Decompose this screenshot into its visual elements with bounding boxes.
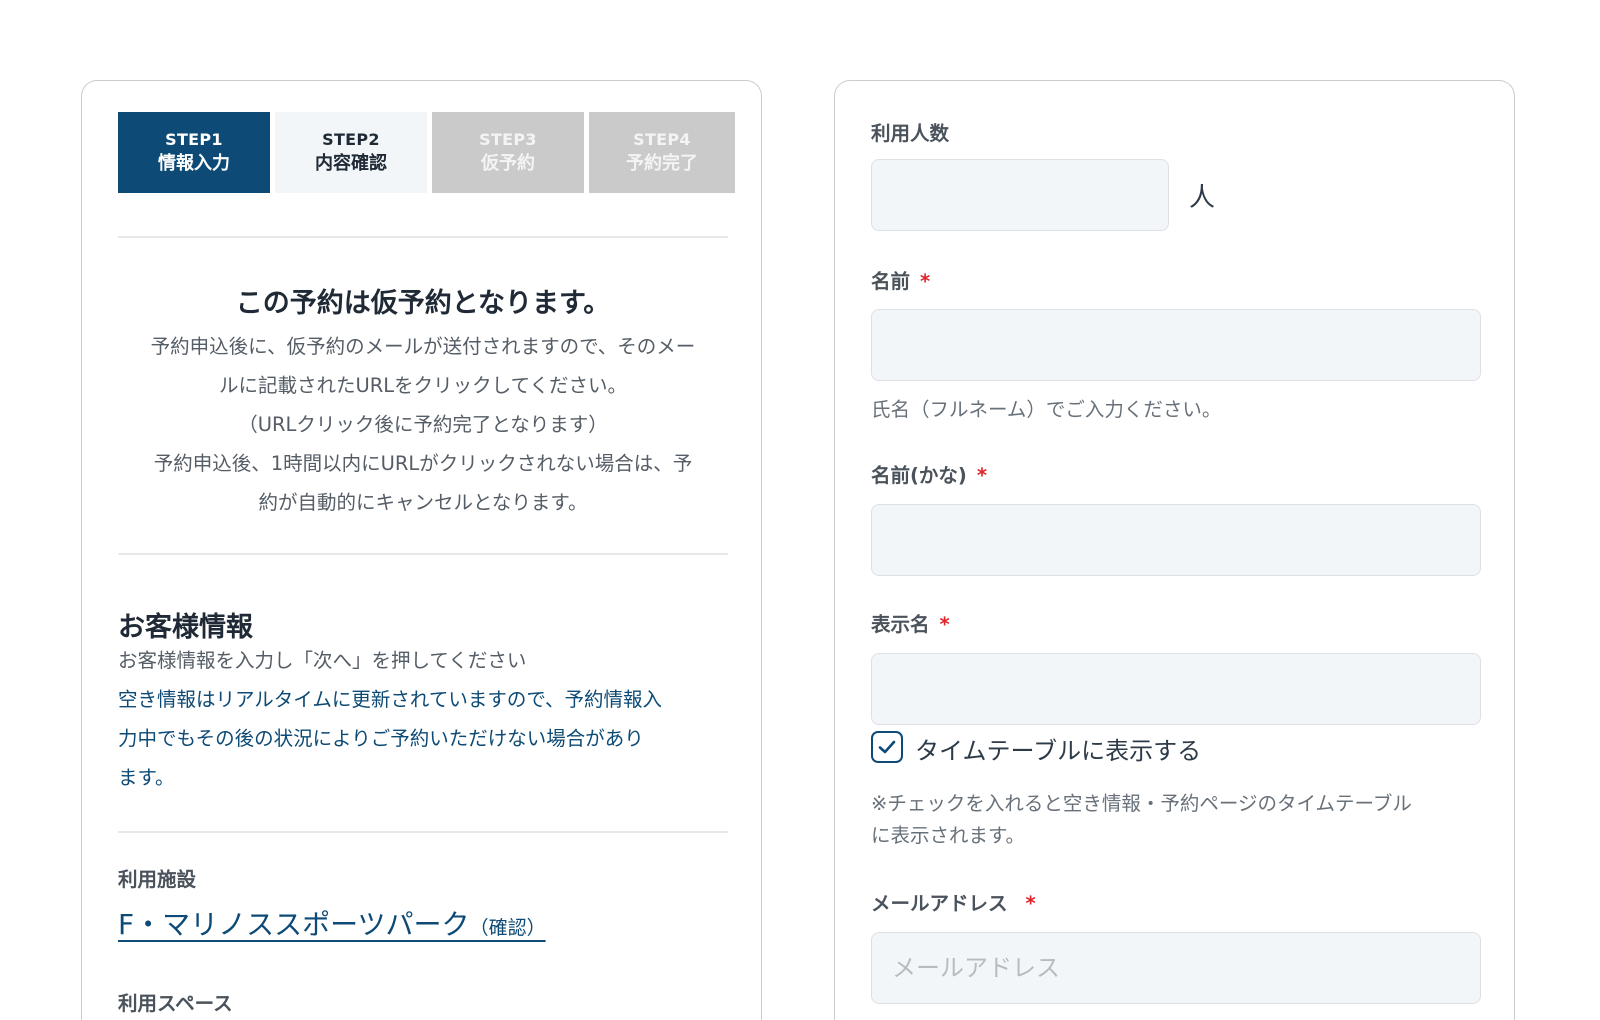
email-label: メールアドレス * [871, 887, 1036, 916]
required-mark: * [939, 613, 950, 636]
step-4: STEP4 予約完了 [589, 112, 735, 193]
kana-label-text: 名前(かな) [871, 464, 967, 487]
step-number: STEP2 [322, 129, 380, 149]
notice-line: 約が自動的にキャンセルとなります。 [258, 491, 588, 514]
name-label-text: 名前 [871, 270, 911, 293]
divider [118, 236, 728, 238]
people-unit: 人 [1189, 183, 1216, 213]
name-help-text: 氏名（フルネーム）でご入力ください。 [871, 398, 1222, 421]
step-number: STEP4 [633, 129, 691, 149]
step-label: 情報入力 [158, 153, 230, 175]
email-input[interactable] [871, 932, 1481, 1004]
facility-label: 利用施設 [118, 868, 197, 891]
divider [118, 831, 728, 833]
warning-line: 力中でもその後の状況によりご予約いただけない場合があり [118, 727, 644, 750]
email-label-text: メールアドレス [871, 892, 1008, 915]
facility-link[interactable]: F・マリノススポーツパーク（確認） [118, 903, 546, 943]
display-name-label: 表示名 * [871, 608, 950, 637]
step-number: STEP3 [479, 129, 537, 149]
timetable-help-text: ※チェックを入れると空き情報・予約ページのタイムテーブル に表示されます。 [871, 788, 1412, 852]
name-label: 名前 * [871, 265, 930, 294]
space-label: 利用スペース [118, 992, 233, 1015]
customer-info-title: お客様情報 [118, 612, 253, 643]
facility-name: F・マリノススポーツパーク [118, 908, 470, 941]
check-icon [878, 740, 896, 754]
display-name-input[interactable] [871, 653, 1481, 725]
step-1: STEP1 情報入力 [118, 112, 270, 193]
warning-line: ます。 [118, 766, 175, 789]
provisional-notice-text: 予約申込後に、仮予約のメールが送付されますので、そのメー ルに記載されたURLを… [118, 327, 728, 522]
help-line: に表示されます。 [871, 824, 1026, 847]
required-mark: * [920, 270, 931, 293]
step-label: 予約完了 [626, 153, 698, 175]
display-name-label-text: 表示名 [871, 613, 930, 636]
progress-stepper: STEP1 情報入力 STEP2 内容確認 STEP3 仮予約 STEP4 予約… [118, 112, 735, 193]
required-mark: * [1025, 892, 1036, 915]
timetable-checkbox-label: タイムテーブルに表示する [915, 737, 1202, 765]
people-count-input[interactable] [871, 159, 1169, 231]
step-2: STEP2 内容確認 [275, 112, 427, 193]
customer-instruction: お客様情報を入力し「次へ」を押してください [118, 649, 527, 672]
step-3: STEP3 仮予約 [432, 112, 584, 193]
kana-label: 名前(かな) * [871, 459, 987, 488]
notice-line: （URLクリック後に予約完了となります） [238, 413, 608, 436]
people-count-label: 利用人数 [871, 122, 950, 145]
reservation-info-panel: STEP1 情報入力 STEP2 内容確認 STEP3 仮予約 STEP4 予約… [81, 80, 762, 1020]
name-input[interactable] [871, 309, 1481, 381]
step-label: 内容確認 [315, 153, 387, 175]
notice-line: 予約申込後に、仮予約のメールが送付されますので、そのメー [150, 335, 696, 358]
facility-confirm: （確認） [469, 917, 546, 939]
divider [118, 553, 728, 555]
step-label: 仮予約 [481, 153, 535, 175]
notice-line: ルに記載されたURLをクリックしてください。 [218, 374, 628, 397]
kana-input[interactable] [871, 504, 1481, 576]
notice-line: 予約申込後、1時間以内にURLがクリックされない場合は、予 [153, 452, 693, 475]
availability-warning: 空き情報はリアルタイムに更新されていますので、予約情報入 力中でもその後の状況に… [118, 680, 733, 797]
warning-line: 空き情報はリアルタイムに更新されていますので、予約情報入 [118, 688, 663, 711]
step-number: STEP1 [165, 129, 223, 149]
customer-form-panel: 利用人数 人 名前 * 氏名（フルネーム）でご入力ください。 名前(かな) * 表示… [834, 80, 1515, 1020]
provisional-notice-title: この予約は仮予約となります。 [235, 288, 611, 319]
timetable-checkbox[interactable] [871, 731, 903, 763]
required-mark: * [976, 464, 988, 487]
help-line: ※チェックを入れると空き情報・予約ページのタイムテーブル [871, 792, 1412, 815]
